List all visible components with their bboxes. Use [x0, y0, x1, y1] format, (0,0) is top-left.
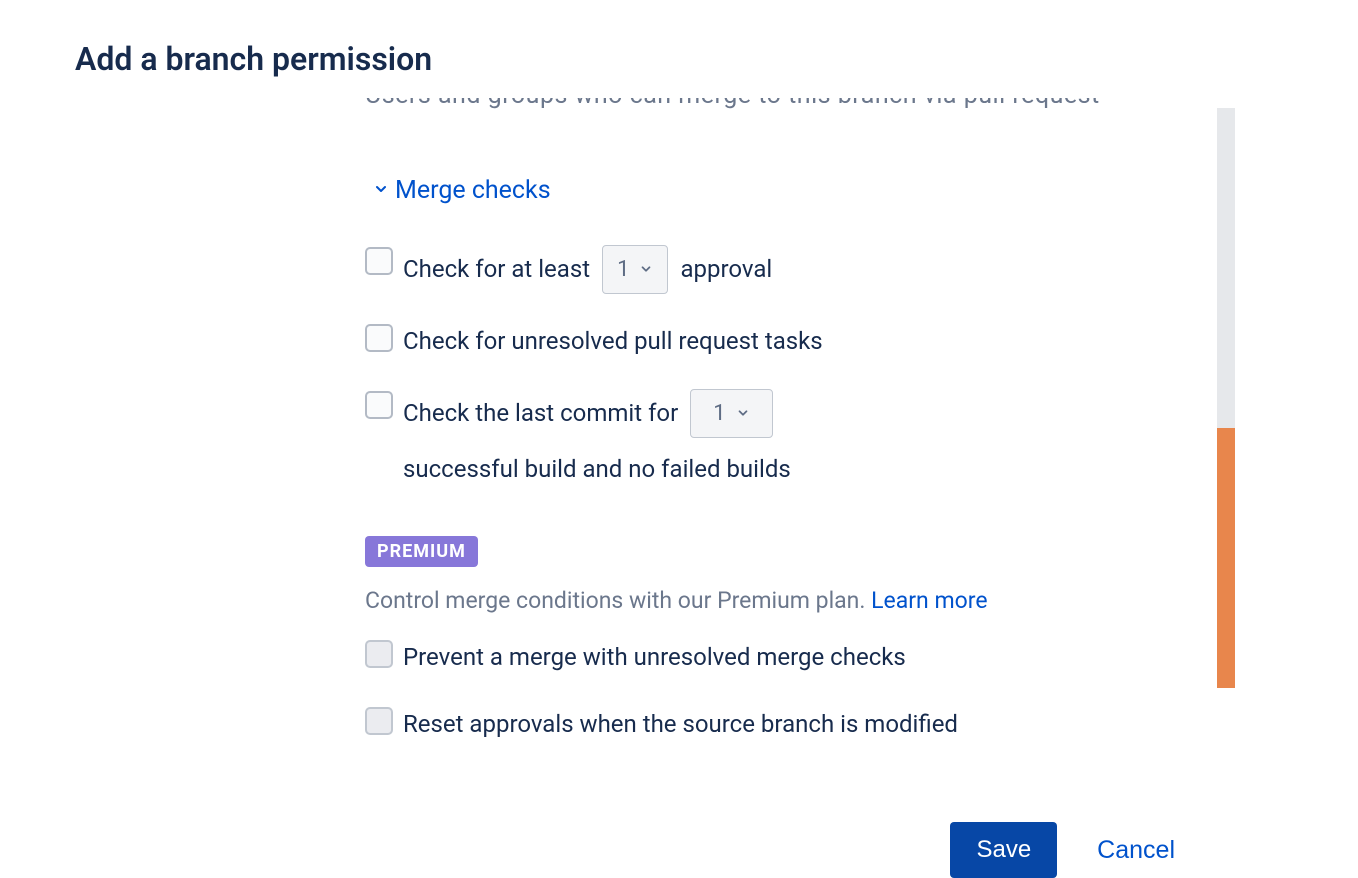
approval-text: Check for at least 1 approval [403, 245, 772, 294]
dialog-footer: Save Cancel [950, 822, 1175, 878]
prevent-merge-checkbox[interactable] [365, 640, 393, 668]
builds-check-row: Check the last commit for 1 successful b… [365, 389, 1195, 489]
builds-count-dropdown[interactable]: 1 [690, 389, 772, 438]
chevron-down-icon [373, 181, 389, 201]
dialog-title: Add a branch permission [75, 40, 1235, 78]
builds-checkbox[interactable] [365, 391, 393, 419]
approval-checkbox[interactable] [365, 247, 393, 275]
prevent-merge-text: Prevent a merge with unresolved merge ch… [403, 638, 906, 676]
tasks-check-row: Check for unresolved pull request tasks [365, 322, 1195, 360]
prevent-merge-row: Prevent a merge with unresolved merge ch… [365, 638, 1195, 676]
reset-approvals-row: Reset approvals when the source branch i… [365, 705, 1195, 743]
merge-checks-toggle[interactable]: Merge checks [373, 176, 1195, 205]
previous-section-text: Users and groups who can merge to this b… [365, 98, 1195, 116]
scroll-content: Users and groups who can merge to this b… [365, 108, 1195, 743]
tasks-text: Check for unresolved pull request tasks [403, 322, 823, 360]
reset-approvals-text: Reset approvals when the source branch i… [403, 705, 958, 743]
content-area: Users and groups who can merge to this b… [365, 108, 1235, 808]
learn-more-link[interactable]: Learn more [871, 587, 987, 614]
merge-checks-label: Merge checks [395, 176, 551, 205]
cancel-button[interactable]: Cancel [1097, 836, 1175, 865]
chevron-down-icon [639, 252, 653, 287]
premium-description: Control merge conditions with our Premiu… [365, 587, 1195, 614]
reset-approvals-checkbox[interactable] [365, 707, 393, 735]
scrollbar-thumb[interactable] [1217, 428, 1235, 688]
premium-badge: PREMIUM [365, 536, 478, 567]
approval-count-dropdown[interactable]: 1 [602, 245, 668, 294]
builds-text: Check the last commit for 1 successful b… [403, 389, 1153, 489]
approval-check-row: Check for at least 1 approval [365, 245, 1195, 294]
tasks-checkbox[interactable] [365, 324, 393, 352]
save-button[interactable]: Save [950, 822, 1057, 878]
branch-permission-dialog: Add a branch permission Users and groups… [75, 40, 1235, 808]
chevron-down-icon [736, 396, 750, 431]
